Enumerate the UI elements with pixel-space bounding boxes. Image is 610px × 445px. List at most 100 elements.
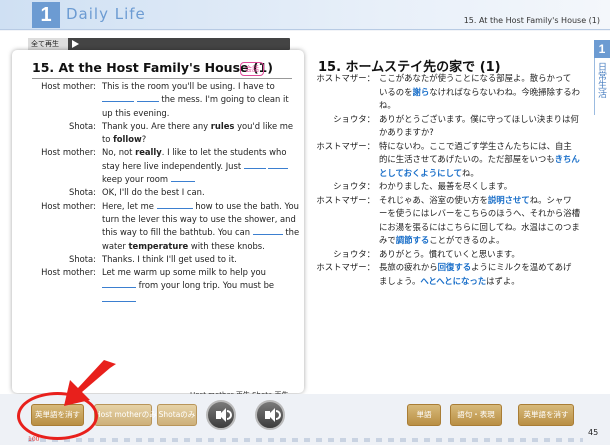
jp-highlight[interactable]: としておくようにして bbox=[379, 168, 462, 178]
jp-text: 的に生活させてあげたいの。ただ部屋をいつも bbox=[379, 154, 555, 164]
jp-text: かありますか? bbox=[379, 127, 434, 137]
speaker-play-button[interactable] bbox=[206, 400, 236, 430]
page-scrubber[interactable] bbox=[28, 438, 583, 442]
annotation-arrow-icon bbox=[64, 360, 116, 406]
jp-text: みで bbox=[379, 235, 396, 245]
side-tab-label: 日常生活 bbox=[596, 62, 606, 98]
word-blank[interactable] bbox=[156, 200, 193, 209]
line-text: This is the room you'll be using. I have… bbox=[102, 81, 275, 91]
word-blank[interactable] bbox=[102, 279, 136, 289]
chapter-number: 1 bbox=[32, 2, 60, 28]
jp-speaker: ホストマザー： bbox=[316, 262, 375, 272]
jp-speaker: ショウタ： bbox=[333, 113, 375, 124]
speaker: Host mother: bbox=[41, 267, 96, 278]
jp-highlight[interactable]: きちん bbox=[555, 154, 580, 164]
jp-line: にお湯を張るにはこちらに回してね。水温はこのつま bbox=[313, 221, 593, 235]
line-text: Thanks. I think I'll get used to it. bbox=[102, 253, 237, 264]
word-blank[interactable] bbox=[252, 226, 283, 236]
dialogue-line: Host mother: No, not really. I like to le… bbox=[22, 146, 300, 159]
line-text: ? bbox=[141, 134, 147, 145]
dialogue-line: up this evening. bbox=[22, 107, 300, 120]
speaker: Shota: bbox=[69, 187, 96, 198]
jp-text: ましょう。 bbox=[379, 275, 421, 286]
jp-text: わかりました、最善を尽くします。 bbox=[379, 181, 513, 191]
word-blank[interactable] bbox=[243, 160, 266, 169]
jp-line: ショウタ： ありがとうございます。僕に守ってほしい決まりは何 bbox=[313, 113, 593, 127]
jp-text: ありがとう。慣れていくと思います。 bbox=[379, 248, 520, 259]
side-tab-number: 1 bbox=[594, 40, 610, 58]
key-word[interactable]: temperature bbox=[129, 241, 189, 251]
line-text: . I like to let the students who bbox=[161, 147, 287, 158]
play-all-label: 全て再生 bbox=[28, 38, 68, 50]
dialogue-line: keep your room bbox=[22, 173, 300, 186]
line-text: water bbox=[102, 240, 129, 251]
jp-highlight[interactable]: 説明させて bbox=[488, 195, 530, 205]
jp-line: ましょう。へとへとになったはずよ。 bbox=[313, 275, 593, 289]
word-blank[interactable] bbox=[268, 160, 289, 169]
jp-line: かありますか? bbox=[313, 126, 593, 140]
jp-line: ショウタ： わかりました、最善を尽くします。 bbox=[313, 180, 593, 194]
jp-highlight[interactable]: 回復する bbox=[438, 262, 472, 272]
dialogue-line bbox=[22, 293, 300, 306]
play-icon[interactable] bbox=[72, 40, 79, 48]
jp-line: ホストマザー： ここがあなたが使うことになる部屋よ。散らかって bbox=[313, 72, 593, 86]
jp-speaker: ホストマザー： bbox=[316, 73, 375, 83]
line-text: up this evening. bbox=[102, 107, 170, 118]
word-blank[interactable] bbox=[102, 293, 136, 302]
speaker-play-button[interactable] bbox=[255, 400, 285, 430]
line-text: with these knobs. bbox=[188, 240, 265, 251]
jp-line: ショウタ： ありがとう。慣れていくと思います。 bbox=[313, 248, 593, 262]
key-word[interactable]: really bbox=[135, 147, 162, 157]
word-blank[interactable] bbox=[170, 173, 195, 183]
lesson-title-header: 15. At the Host Family's House (1) bbox=[463, 16, 600, 25]
jp-text: ね。シャワ bbox=[529, 194, 572, 205]
word-blank[interactable] bbox=[102, 93, 134, 103]
word-blank[interactable] bbox=[136, 93, 159, 103]
line-text: to bbox=[102, 134, 114, 145]
dialogue-line: the mess. I'm going to clean it bbox=[22, 93, 300, 106]
dialogue-line: water temperature with these knobs. bbox=[22, 240, 300, 253]
line-text: Thank you. Are there any bbox=[102, 120, 211, 131]
key-word[interactable]: rules bbox=[211, 121, 235, 131]
phrases-button[interactable]: 語句・表現 bbox=[450, 404, 502, 426]
jp-highlight[interactable]: へとへとになった bbox=[420, 276, 486, 286]
jp-text: ようにミルクを温めてあげ bbox=[471, 262, 572, 272]
dialogue-line: Host mother: This is the room you'll be u… bbox=[22, 80, 300, 93]
jp-text: ここがあなたが使うことになる部屋よ。散らかって bbox=[379, 73, 572, 83]
line-text: you'd like me bbox=[234, 120, 294, 131]
speaker: Host mother: bbox=[41, 81, 96, 91]
dialogue-line: Shota: Thanks. I think I'll get used to i… bbox=[22, 253, 300, 266]
page-number: 45 bbox=[588, 428, 599, 437]
hide-english-right-button[interactable]: 英単語を消す bbox=[518, 404, 574, 426]
speaker: Host mother: bbox=[41, 200, 96, 211]
jp-text: ことができるのよ。 bbox=[429, 235, 505, 245]
japanese-dialogue: ホストマザー： ここがあなたが使うことになる部屋よ。散らかって いるのを謝らなけれ… bbox=[313, 72, 593, 288]
play-all-bar[interactable]: 全て再生 bbox=[28, 38, 290, 50]
dialogue-line: this way to fill the bathtub. You can th… bbox=[22, 226, 300, 239]
jp-speaker: ショウタ： bbox=[333, 181, 375, 191]
line-text: keep your room bbox=[102, 174, 168, 185]
jp-line: ーを使うにはレバーをこちらのほうへ、それから浴槽 bbox=[313, 207, 593, 221]
jp-text: ありがとうございます。僕に守ってほしい決まりは何 bbox=[379, 113, 579, 124]
dialogue-line: stay here live independently. Just bbox=[22, 160, 300, 173]
dialogue-line: Shota: OK, I'll do the best I can. bbox=[22, 186, 300, 199]
jp-highlight[interactable]: 謝ら bbox=[413, 87, 430, 97]
dialogue-line: to follow? bbox=[22, 133, 300, 146]
speaker: Shota: bbox=[69, 120, 96, 131]
top-banner: 1 Daily Life 15. At the Host Family's Ho… bbox=[0, 0, 610, 30]
jp-text: ね。 bbox=[379, 100, 396, 110]
line-text: this way to fill the bathtub. You can bbox=[102, 227, 251, 238]
jp-highlight[interactable]: 調節する bbox=[396, 235, 430, 245]
key-word[interactable]: follow bbox=[113, 134, 142, 144]
conversation-badge: 会話 bbox=[240, 62, 264, 76]
dialogue-line: from your long trip. You must be bbox=[22, 279, 300, 292]
line-text: stay here live independently. Just bbox=[102, 160, 242, 171]
dialogue-line: Host mother: Here, let me how to use the … bbox=[22, 200, 300, 213]
title-divider bbox=[32, 78, 292, 79]
words-button[interactable]: 単語 bbox=[407, 404, 441, 426]
shota-only-button[interactable]: Shotaのみ bbox=[157, 404, 197, 426]
jp-speaker: ホストマザー： bbox=[316, 140, 375, 151]
jp-text: ね。 bbox=[462, 167, 479, 178]
line-text: the mess. I'm going to clean it bbox=[161, 94, 289, 105]
speaker: Shota: bbox=[69, 253, 96, 264]
